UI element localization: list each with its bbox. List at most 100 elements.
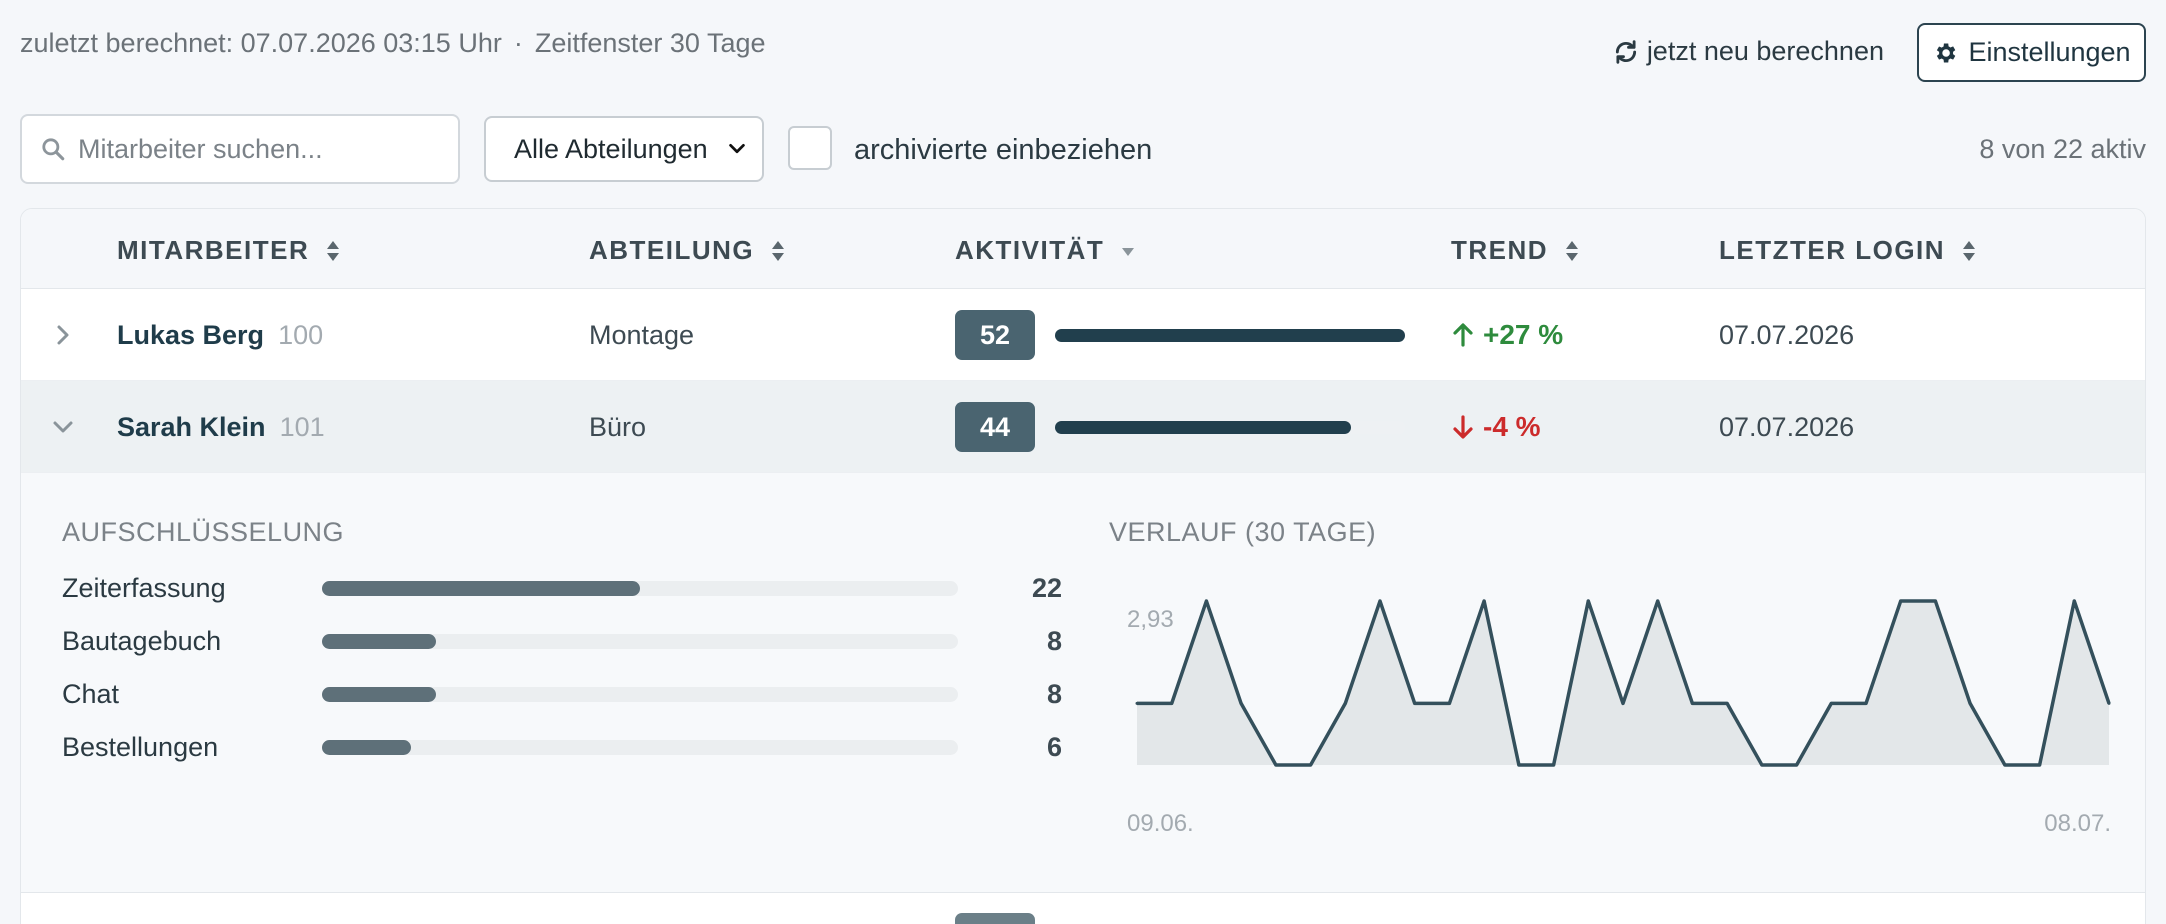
history-point	[1378, 599, 1382, 603]
history-point	[1795, 763, 1799, 767]
breakdown-title: AUFSCHLÜSSELUNG	[62, 517, 345, 547]
history-point	[1690, 701, 1694, 705]
calculation-meta: zuletzt berechnet: 07.07.2026 03:15 Uhr ·…	[20, 28, 766, 59]
last-login-cell: 07.07.2026	[1719, 319, 1855, 350]
column-label-last-login: LETZTER LOGIN	[1719, 235, 1946, 265]
activity-bar	[1055, 328, 1405, 342]
last-calculated-text: zuletzt berechnet: 07.07.2026 03:15 Uhr	[20, 28, 502, 58]
column-header-employee[interactable]: MITARBEITER	[117, 235, 341, 266]
time-window-text: Zeitfenster 30 Tage	[534, 28, 766, 58]
column-header-trend[interactable]: TREND	[1451, 235, 1580, 266]
employee-table: MITARBEITER ABTEILUNG AKTIVITÄT TREND LE…	[20, 208, 2146, 924]
breakdown-row: Chat 8	[62, 674, 1082, 714]
history-point	[1447, 701, 1451, 705]
employee-id: 101	[279, 411, 325, 442]
employee-name-cell: Sarah Klein 101	[117, 381, 325, 473]
employee-name: Sarah Klein	[117, 411, 266, 442]
row-expand-toggle[interactable]	[43, 381, 83, 473]
table-row[interactable]: Lukas Berg 100 Montage 52 +27 % 07.07.20…	[21, 289, 2145, 381]
sort-icon	[1963, 240, 1976, 261]
history-point	[1239, 701, 1243, 705]
activity-cell: 52	[955, 289, 1405, 381]
activity-bar-fill	[1055, 328, 1405, 342]
breakdown-bar	[322, 686, 958, 702]
breakdown-label: Bautagebuch	[62, 625, 222, 656]
trend-cell: +27 %	[1451, 289, 1563, 381]
chevron-down-icon	[53, 421, 73, 433]
column-label-trend: TREND	[1451, 235, 1549, 265]
recalculate-label: jetzt neu berechnen	[1646, 36, 1884, 66]
history-point	[1760, 763, 1764, 767]
breakdown-bar	[322, 580, 958, 596]
breakdown-row: Bautagebuch 8	[62, 621, 1082, 661]
breakdown-value: 6	[1046, 731, 1062, 762]
breakdown-bar	[322, 633, 958, 649]
department-cell: Montage	[589, 319, 695, 350]
history-point	[2038, 763, 2042, 767]
arrow-down-icon	[1453, 415, 1473, 439]
history-point	[1135, 701, 1139, 705]
history-point	[2107, 701, 2111, 705]
history-point	[1343, 701, 1347, 705]
trend-cell: -4 %	[1451, 381, 1541, 473]
archive-label: archivierte einbeziehen	[854, 134, 1153, 166]
history-point	[1552, 763, 1556, 767]
sort-desc-icon	[1122, 247, 1135, 256]
history-point	[1829, 701, 1833, 705]
breakdown-bar	[322, 739, 958, 755]
column-header-last-login[interactable]: LETZTER LOGIN	[1719, 235, 1977, 266]
history-point	[1309, 763, 1313, 767]
breakdown-value: 22	[1031, 572, 1062, 603]
activity-score-badge: 52	[955, 310, 1035, 360]
history-point	[2072, 599, 2076, 603]
breakdown-value: 8	[1046, 678, 1062, 709]
table-row[interactable]: Sarah Klein 101 Büro 44 -4 % 07.07.2026	[21, 381, 2145, 473]
history-point	[1725, 701, 1729, 705]
breakdown-label: Zeiterfassung	[62, 572, 226, 603]
breakdown-label: Chat	[62, 678, 120, 709]
breakdown-row: Zeiterfassung 22	[62, 568, 1082, 608]
breakdown-label: Bestellungen	[62, 731, 219, 762]
employee-name-cell: Lukas Berg 100	[117, 289, 323, 381]
chevron-right-icon	[57, 325, 69, 345]
active-count: 8 von 22 aktiv	[1979, 134, 2146, 164]
breakdown-bar-fill	[322, 739, 412, 755]
settings-button[interactable]: Einstellungen	[1917, 23, 2146, 82]
column-label-employee: MITARBEITER	[117, 235, 310, 265]
department-select[interactable]: Alle Abteilungen	[484, 116, 764, 182]
employee-name: Lukas Berg	[117, 319, 265, 350]
history-point	[1517, 763, 1521, 767]
search-input[interactable]	[78, 133, 438, 165]
history-point	[1274, 763, 1278, 767]
history-chart: 2,93 09.06. 08.07.	[1127, 599, 2111, 837]
history-point	[1656, 599, 1660, 603]
search-box[interactable]	[20, 114, 460, 184]
sort-icon	[772, 240, 785, 261]
trend-value: -4 %	[1483, 411, 1541, 442]
arrow-up-icon	[1453, 323, 1473, 347]
column-header-activity[interactable]: AKTIVITÄT	[955, 235, 1136, 266]
column-header-department[interactable]: ABTEILUNG	[589, 235, 786, 266]
employee-id: 100	[278, 319, 324, 350]
breakdown-bar-fill	[322, 633, 437, 649]
activity-bar	[1055, 420, 1405, 434]
meta-separator: ·	[513, 28, 523, 58]
archive-checkbox[interactable]	[788, 126, 832, 170]
history-point	[1586, 599, 1590, 603]
breakdown-bar-fill	[322, 686, 437, 702]
breakdown-value: 8	[1046, 625, 1062, 656]
trend-value: +27 %	[1483, 319, 1564, 350]
refresh-icon	[1615, 39, 1636, 64]
row-expand-toggle[interactable]	[43, 289, 83, 381]
department-select-value: Alle Abteilungen	[514, 133, 708, 164]
history-point	[1968, 701, 1972, 705]
recalculate-button[interactable]: jetzt neu berechnen	[1613, 36, 1884, 67]
chevron-down-icon	[729, 143, 745, 154]
last-login-cell: 07.07.2026	[1719, 411, 1855, 442]
history-point	[1621, 701, 1625, 705]
activity-bar-fill	[1055, 420, 1352, 434]
history-point	[1204, 599, 1208, 603]
history-point	[1899, 599, 1903, 603]
activity-cell: 44	[955, 381, 1405, 473]
department-cell: Büro	[589, 411, 647, 442]
